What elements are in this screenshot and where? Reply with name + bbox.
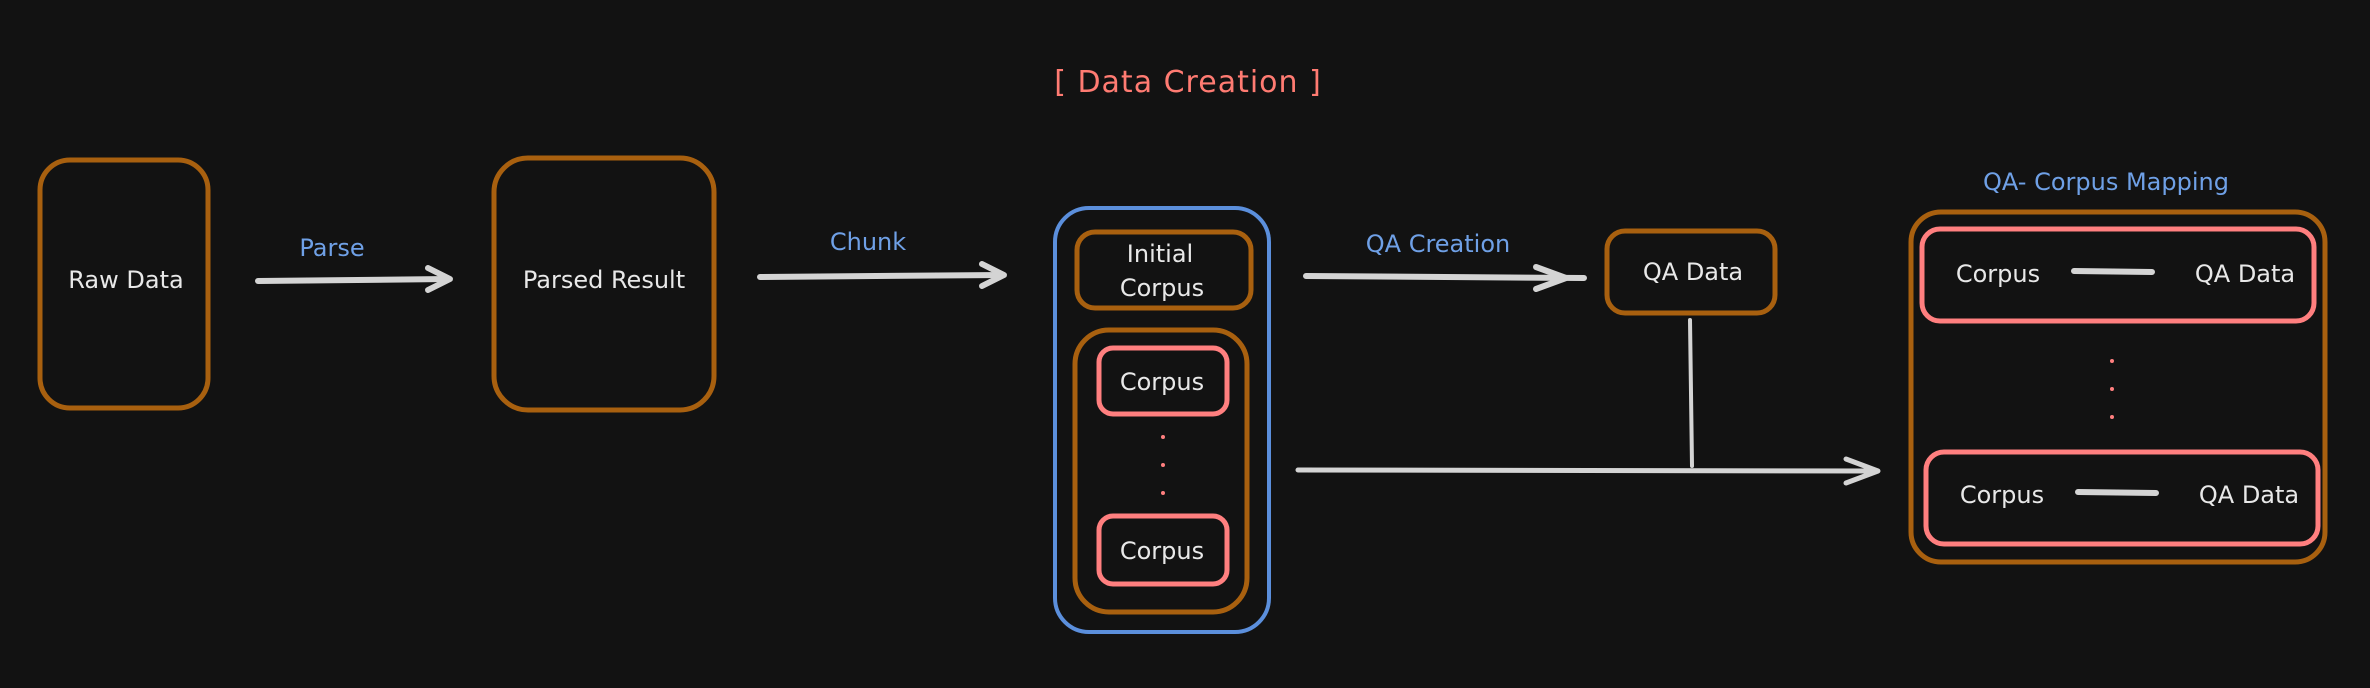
raw-data-label: Raw Data <box>68 266 183 294</box>
chunked-corpus-group: Corpus Corpus <box>1072 327 1250 615</box>
mapping-row-qa-data: QA Data <box>2195 260 2295 288</box>
initial-corpus-node[interactable]: Initial Corpus <box>1074 229 1254 311</box>
parse-arrow: Parse <box>255 234 453 293</box>
parsed-result-label: Parsed Result <box>523 266 685 294</box>
merge-connector <box>1295 318 1881 486</box>
data-creation-diagram: [ Data Creation ] Raw Data Parse Parsed … <box>37 65 2328 634</box>
mapping-title: QA- Corpus Mapping <box>1983 168 2229 196</box>
qa-creation-label: QA Creation <box>1366 230 1510 258</box>
qa-data-label: QA Data <box>1643 258 1743 286</box>
qa-data-node[interactable]: QA Data <box>1604 228 1778 316</box>
raw-data-node[interactable]: Raw Data <box>37 157 211 411</box>
mapping-row-qa-data: QA Data <box>2199 481 2299 509</box>
qa-corpus-mapping: QA- Corpus Mapping Corpus QA Data Corpus… <box>1908 168 2328 565</box>
chunk-label: Chunk <box>830 228 906 256</box>
initial-corpus-label-line1: Initial <box>1127 240 1193 268</box>
corpus-bottom-label: Corpus <box>1120 537 1204 565</box>
qa-creation-arrow: QA Creation <box>1303 230 1587 292</box>
mapping-row[interactable]: Corpus QA Data <box>1923 449 2321 547</box>
mapping-link <box>2071 268 2155 275</box>
parsed-result-node[interactable]: Parsed Result <box>491 155 717 413</box>
ellipsis-dots <box>1161 435 1165 495</box>
diagram-title: [ Data Creation ] <box>1054 65 1322 100</box>
mapping-ellipsis <box>2110 359 2114 419</box>
mapping-link <box>2075 489 2159 496</box>
corpus-top-label: Corpus <box>1120 368 1204 396</box>
mapping-row[interactable]: Corpus QA Data <box>1919 226 2317 324</box>
corpus-chunk-bottom[interactable]: Corpus <box>1096 513 1230 587</box>
initial-corpus-label-line2: Corpus <box>1120 274 1204 302</box>
parse-label: Parse <box>299 234 364 262</box>
mapping-row-corpus: Corpus <box>1960 481 2044 509</box>
mapping-row-corpus: Corpus <box>1956 260 2040 288</box>
corpus-group: Initial Corpus Corpus Corpus <box>1053 206 1271 634</box>
chunk-arrow: Chunk <box>757 228 1007 289</box>
corpus-chunk-top[interactable]: Corpus <box>1096 345 1230 417</box>
